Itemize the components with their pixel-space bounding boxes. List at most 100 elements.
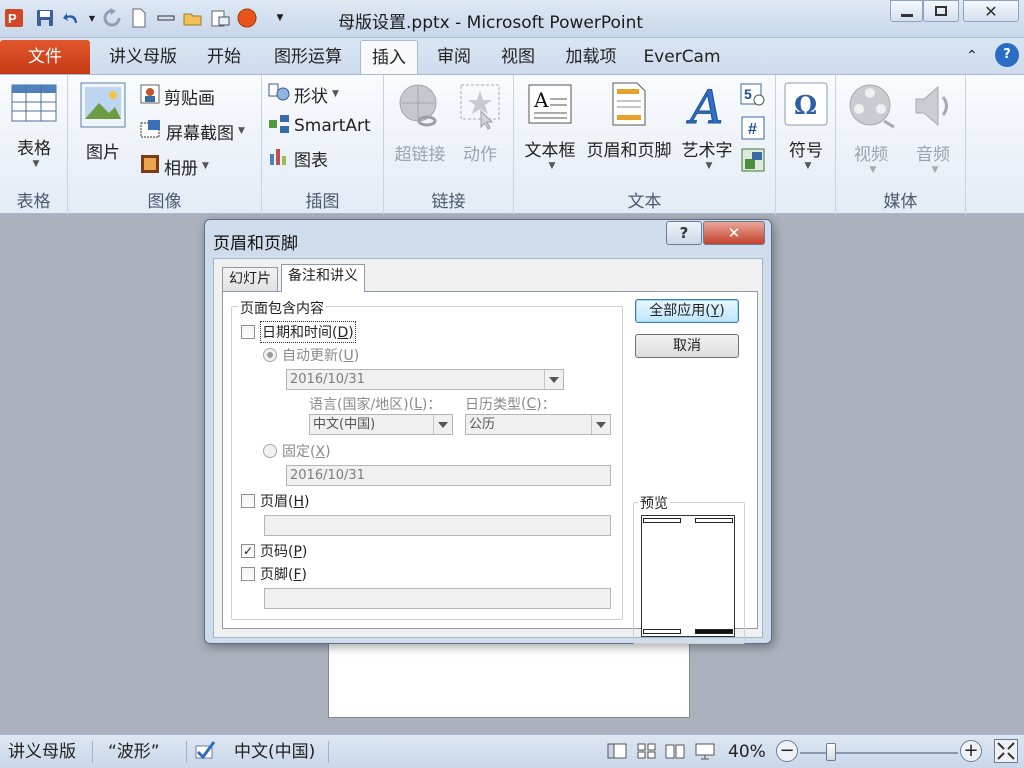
date-time-checkbox[interactable] (241, 325, 255, 339)
shape-icon[interactable] (154, 6, 178, 30)
tab-home[interactable]: 开始 (196, 40, 252, 74)
tab-file[interactable]: 文件 (0, 40, 90, 74)
shapes-button[interactable]: 形状 ▼ (268, 81, 339, 107)
group-tables: 表格 ▼ 表格 (0, 75, 68, 215)
group-label-text: 文本 (627, 192, 662, 212)
table-icon (6, 81, 62, 130)
ribbon: 表格 ▼ 表格 图片 剪贴画 屏幕截图 ▼ 相册 ▼ 图像 形状 ▼ Smart… (0, 74, 1024, 215)
footer-label: 页脚(F) (260, 567, 307, 583)
powerpoint-app-icon[interactable]: P (2, 6, 26, 30)
object-icon[interactable] (740, 147, 766, 177)
clipart-icon (140, 84, 160, 109)
audio-button[interactable]: 音频 ▼ (904, 81, 962, 175)
header-checkbox-row[interactable]: 页眉(H) (241, 491, 309, 511)
record-icon[interactable] (235, 6, 259, 30)
dialog-close-button[interactable]: ✕ (703, 221, 765, 245)
picture-button[interactable]: 图片 (76, 81, 130, 163)
zoom-level[interactable]: 40% (728, 740, 766, 764)
tab-notes-handouts[interactable]: 备注和讲义 (281, 264, 365, 292)
tab-shape-ops[interactable]: 图形运算 (262, 40, 354, 74)
tab-view[interactable]: 视图 (490, 40, 546, 74)
apply-all-button[interactable]: 全部应用(Y) (635, 299, 739, 323)
header-footer-button[interactable]: 页眉和页脚 (582, 81, 676, 161)
chart-label: 图表 (294, 150, 328, 171)
header-text-input[interactable] (264, 515, 611, 536)
tab-handout-master[interactable]: 讲义母版 (96, 40, 190, 74)
screenshot-button[interactable]: 屏幕截图 ▼ (140, 118, 245, 144)
table-button[interactable]: 表格 ▼ (6, 81, 62, 169)
fixed-label: 固定(X) (282, 444, 331, 460)
album-label: 相册 (164, 158, 198, 179)
tab-evercam[interactable]: EverCam (636, 40, 728, 74)
auto-update-radio[interactable] (263, 348, 277, 362)
textbox-button[interactable]: A 文本框 ▼ (520, 81, 580, 171)
calendar-label-text: 日历类型 (465, 397, 521, 413)
tab-insert[interactable]: 插入 (360, 40, 418, 74)
svg-text:Ω: Ω (794, 91, 817, 121)
tab-slides[interactable]: 幻灯片 (222, 267, 278, 291)
fixed-radio[interactable] (263, 444, 277, 458)
date-time-icon[interactable]: 5 (740, 81, 766, 111)
status-language[interactable]: 中文(中国) (234, 740, 315, 764)
symbol-button[interactable]: Ω 符号 ▼ (780, 81, 832, 171)
wordart-button[interactable]: A 艺术字 ▼ (678, 80, 736, 172)
tab-review[interactable]: 审阅 (426, 40, 482, 74)
action-button[interactable]: 动作 (454, 81, 506, 165)
shapes-label: 形状 (294, 86, 328, 107)
date-time-checkbox-row[interactable]: 日期和时间(D) (241, 321, 356, 343)
auto-update-radio-row[interactable]: 自动更新(U) (263, 345, 359, 365)
reading-view-icon[interactable] (664, 741, 686, 765)
customize-qat-icon[interactable]: ▼ (268, 6, 292, 30)
redo-icon[interactable] (100, 6, 124, 30)
minimize-button[interactable] (890, 0, 923, 22)
page-number-checkbox[interactable]: ✓ (241, 544, 255, 558)
help-icon[interactable]: ? (995, 43, 1019, 67)
fixed-radio-row[interactable]: 固定(X) (263, 441, 331, 461)
zoom-out-icon[interactable]: − (776, 740, 798, 762)
footer-checkbox[interactable] (241, 567, 255, 581)
close-window-button[interactable]: ✕ (963, 0, 1019, 22)
undo-dropdown-icon[interactable]: ▼ (87, 6, 97, 30)
email-attachment-icon[interactable] (208, 6, 232, 30)
header-checkbox[interactable] (241, 494, 255, 508)
auto-date-select[interactable]: 2016/10/31 (286, 369, 564, 390)
page-number-checkbox-row[interactable]: ✓ 页码(P) (241, 541, 307, 561)
chart-button[interactable]: 图表 (268, 145, 328, 171)
zoom-slider-track[interactable] (800, 752, 958, 754)
collapse-ribbon-icon[interactable]: ⌃ (966, 48, 978, 64)
slide-number-icon[interactable]: # (740, 115, 766, 145)
footer-text-input[interactable] (264, 588, 611, 609)
svg-text:P: P (8, 11, 17, 26)
fit-to-window-icon[interactable] (994, 739, 1018, 763)
new-document-icon[interactable] (127, 6, 151, 30)
video-button[interactable]: 视频 ▼ (842, 81, 900, 175)
restore-button[interactable] (923, 0, 959, 22)
open-folder-icon[interactable] (181, 6, 205, 30)
language-select[interactable]: 中文(中国) (309, 414, 453, 435)
status-separator (92, 741, 93, 763)
slideshow-view-icon[interactable] (694, 741, 716, 765)
normal-view-icon[interactable] (606, 741, 628, 765)
hyperlink-button[interactable]: 超链接 (388, 81, 452, 165)
spell-check-icon[interactable] (192, 738, 218, 762)
status-theme-name[interactable]: “波形” (108, 740, 160, 764)
zoom-slider-thumb[interactable] (826, 743, 836, 761)
tab-addins[interactable]: 加载项 (556, 40, 626, 74)
language-label: 语言(国家/地区)(L)： (309, 396, 442, 413)
language-label-text: 语言(国家/地区) (309, 397, 409, 413)
clipart-button[interactable]: 剪贴画 (140, 83, 215, 109)
zoom-in-icon[interactable]: + (960, 740, 982, 762)
calendar-select[interactable]: 公历 (465, 414, 611, 435)
undo-icon[interactable] (60, 6, 84, 30)
save-icon[interactable] (33, 6, 57, 30)
smartart-button[interactable]: SmartArt (268, 113, 371, 139)
chevron-down-icon (591, 415, 610, 434)
footer-checkbox-row[interactable]: 页脚(F) (241, 564, 307, 584)
slide-sorter-view-icon[interactable] (636, 741, 658, 765)
fixed-date-input[interactable]: 2016/10/31 (286, 465, 611, 486)
album-button[interactable]: 相册 ▼ (140, 153, 209, 179)
dialog-help-button[interactable]: ? (666, 221, 702, 245)
cancel-button[interactable]: 取消 (635, 334, 739, 358)
auto-update-hotkey: U (343, 348, 354, 364)
header-label: 页眉(H) (260, 494, 310, 510)
